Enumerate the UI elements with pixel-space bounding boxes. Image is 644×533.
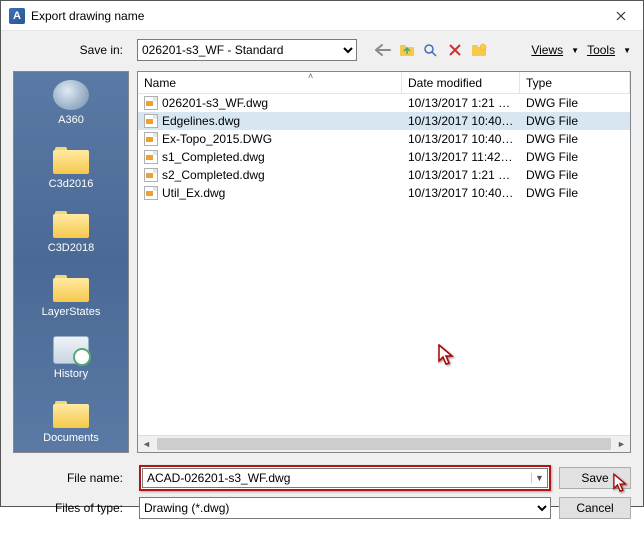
file-name-cell: s1_Completed.dwg — [138, 150, 402, 164]
file-date-cell: 10/13/2017 1:21 PM — [402, 168, 520, 182]
sidebar-item-label: Documents — [43, 432, 99, 444]
file-name-input[interactable] — [143, 469, 531, 487]
column-header-date[interactable]: Date modified — [402, 72, 520, 93]
dwg-file-icon — [144, 114, 158, 128]
location-toolbar: Save in: 026201-s3_WF - Standard Views ▼… — [1, 31, 643, 65]
folder-icon — [53, 272, 89, 302]
sidebar-item-label: History — [54, 368, 88, 380]
file-name-cell: Util_Ex.dwg — [138, 186, 402, 200]
sidebar-item-layerstates[interactable]: LayerStates — [14, 264, 128, 328]
back-icon[interactable] — [373, 40, 393, 60]
dwg-file-icon — [144, 132, 158, 146]
file-type-cell: DWG File — [520, 186, 630, 200]
save-button[interactable]: Save — [559, 467, 631, 489]
file-date-cell: 10/13/2017 11:42 … — [402, 150, 520, 164]
window-title: Export drawing name — [31, 9, 598, 23]
column-header-name[interactable]: Name — [138, 72, 402, 93]
file-date-cell: 10/13/2017 10:40 … — [402, 186, 520, 200]
folder-icon — [53, 208, 89, 238]
save-in-label: Save in: — [13, 43, 131, 57]
scroll-left-icon[interactable]: ◄ — [138, 436, 155, 452]
sidebar-item-c3d2018[interactable]: C3D2018 — [14, 200, 128, 264]
history-icon — [53, 336, 89, 364]
sidebar-item-c3d2016[interactable]: C3d2016 — [14, 136, 128, 200]
sidebar-item-label: LayerStates — [42, 306, 101, 318]
file-name-cell: Ex-Topo_2015.DWG — [138, 132, 402, 146]
file-date-cell: 10/13/2017 10:40 … — [402, 132, 520, 146]
scroll-right-icon[interactable]: ► — [613, 436, 630, 452]
file-name-cell: 026201-s3_WF.dwg — [138, 96, 402, 110]
sidebar-item-label: C3d2016 — [49, 178, 94, 190]
up-folder-icon[interactable] — [397, 40, 417, 60]
table-row[interactable]: Edgelines.dwg10/13/2017 10:40 …DWG File — [138, 112, 630, 130]
column-header-type[interactable]: Type — [520, 72, 630, 93]
file-type-cell: DWG File — [520, 150, 630, 164]
scroll-thumb[interactable] — [157, 438, 611, 450]
sidebar-item-label: A360 — [58, 114, 84, 126]
views-menu[interactable]: Views — [527, 41, 567, 59]
file-date-cell: 10/13/2017 1:21 PM — [402, 96, 520, 110]
dwg-file-icon — [144, 96, 158, 110]
search-web-icon[interactable] — [421, 40, 441, 60]
title-bar: A Export drawing name — [1, 1, 643, 31]
table-row[interactable]: 026201-s3_WF.dwg10/13/2017 1:21 PMDWG Fi… — [138, 94, 630, 112]
folder-icon — [53, 398, 89, 428]
table-row[interactable]: Ex-Topo_2015.DWG10/13/2017 10:40 …DWG Fi… — [138, 130, 630, 148]
sidebar-item-documents[interactable]: Documents — [14, 390, 128, 453]
table-row[interactable]: Util_Ex.dwg10/13/2017 10:40 …DWG File — [138, 184, 630, 202]
dwg-file-icon — [144, 168, 158, 182]
chevron-down-icon: ▼ — [623, 46, 631, 55]
app-icon: A — [9, 8, 25, 24]
dwg-file-icon — [144, 150, 158, 164]
table-row[interactable]: s2_Completed.dwg10/13/2017 1:21 PMDWG Fi… — [138, 166, 630, 184]
cursor-icon — [438, 344, 456, 373]
delete-icon[interactable] — [445, 40, 465, 60]
file-type-label: Files of type: — [13, 501, 131, 515]
horizontal-scrollbar[interactable]: ◄ ► — [138, 435, 630, 452]
file-type-cell: DWG File — [520, 96, 630, 110]
close-icon — [616, 11, 626, 21]
chevron-down-icon[interactable]: ▼ — [531, 473, 547, 483]
table-row[interactable]: s1_Completed.dwg10/13/2017 11:42 …DWG Fi… — [138, 148, 630, 166]
sort-indicator-icon: ˄ — [308, 71, 313, 81]
folder-dropdown[interactable]: 026201-s3_WF - Standard — [137, 39, 357, 61]
sidebar-item-a360[interactable]: A360 — [14, 72, 128, 136]
close-button[interactable] — [598, 1, 643, 30]
file-name-label: File name: — [13, 471, 131, 485]
file-type-cell: DWG File — [520, 132, 630, 146]
tools-menu[interactable]: Tools — [583, 41, 619, 59]
folder-icon — [53, 144, 89, 174]
dwg-file-icon — [144, 186, 158, 200]
file-name-cell: s2_Completed.dwg — [138, 168, 402, 182]
file-date-cell: 10/13/2017 10:40 … — [402, 114, 520, 128]
file-type-cell: DWG File — [520, 168, 630, 182]
file-list[interactable]: ˄ Name Date modified Type 026201-s3_WF.d… — [137, 71, 631, 453]
sidebar-item-history[interactable]: History — [14, 328, 128, 390]
file-name-highlight: ▼ — [139, 465, 551, 491]
file-type-dropdown[interactable]: Drawing (*.dwg) — [139, 497, 551, 519]
sidebar-item-label: C3D2018 — [48, 242, 94, 254]
new-folder-icon[interactable] — [469, 40, 489, 60]
cancel-button[interactable]: Cancel — [559, 497, 631, 519]
chevron-down-icon: ▼ — [571, 46, 579, 55]
file-name-cell: Edgelines.dwg — [138, 114, 402, 128]
places-sidebar: A360 C3d2016 C3D2018 LayerStates History Docu… — [13, 71, 129, 453]
a360-icon — [53, 80, 89, 110]
file-type-cell: DWG File — [520, 114, 630, 128]
